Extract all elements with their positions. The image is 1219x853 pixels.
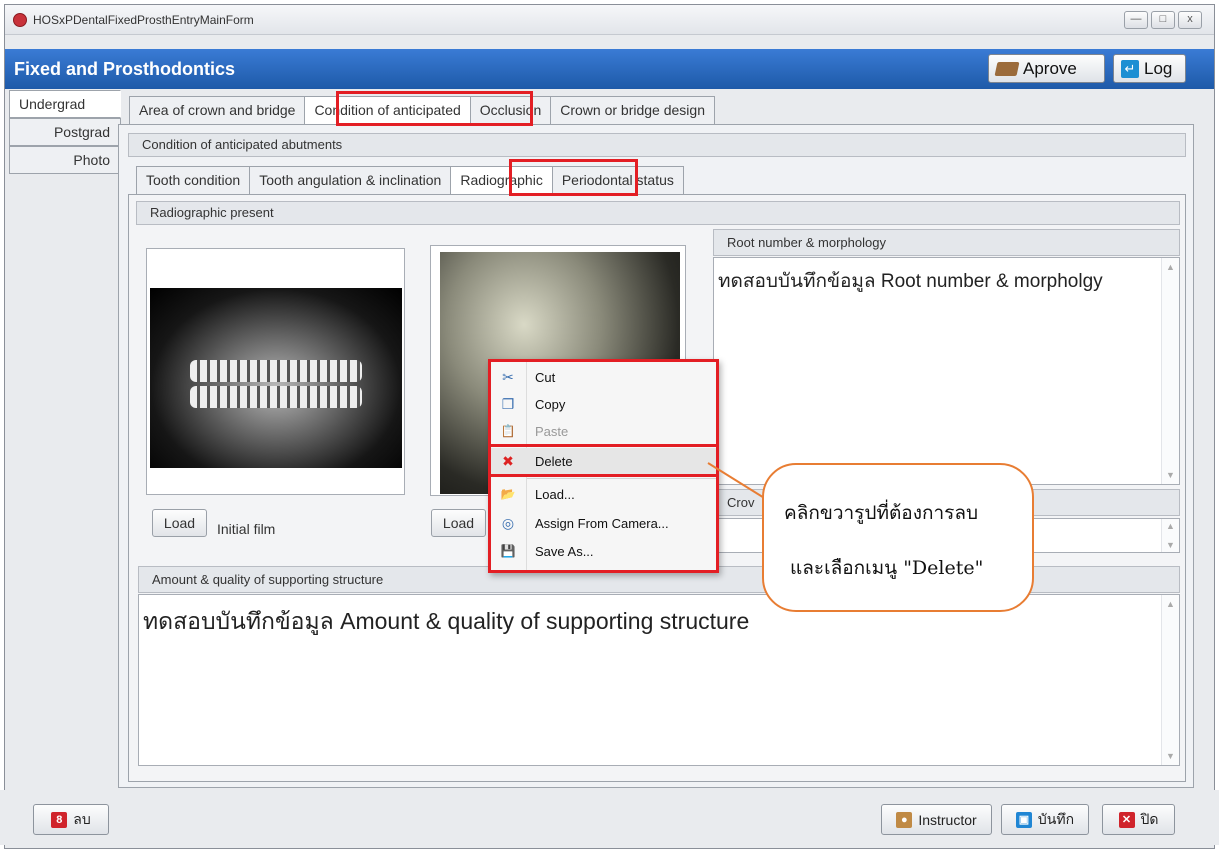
tab-tooth-angulation[interactable]: Tooth angulation & inclination [249,166,452,194]
trash-icon: 8 [51,811,68,828]
section-header: Condition of anticipated abutments [128,133,1186,157]
minimize-button[interactable]: — [1124,11,1148,29]
tab-postgrad[interactable]: Postgrad [9,118,121,146]
delete-button[interactable]: 8 ลบ [33,804,109,835]
app-icon [13,13,27,27]
amount-text-value: ทดสอบบันทึกข้อมูล Amount & quality of su… [143,608,750,634]
close-window-button[interactable]: x [1178,11,1202,29]
form-title: Fixed and Prosthodontics [14,59,236,79]
instructor-button[interactable]: ● Instructor [881,804,992,835]
initial-film-label: Initial film [217,521,276,537]
window-title: HOSxPDentalFixedProsthEntryMainForm [33,13,254,27]
left-tab-pane [9,190,121,785]
callout-line-1: คลิกขวารูปที่ต้องการลบ [784,502,979,524]
maximize-button[interactable]: □ [1151,11,1175,29]
upper-teeth-shape [190,360,362,382]
approve-label: Aprove [1023,58,1077,78]
close-x-icon: ✕ [1118,811,1135,828]
tab-photo[interactable]: Photo [9,146,121,174]
floppy-save-icon: ▣ [1015,811,1032,828]
load-initial-button[interactable]: Load [152,509,207,537]
left-tab-strip: Undergrad Postgrad Photo [9,90,121,174]
delete-button-label: ลบ [73,810,91,827]
load-second-button[interactable]: Load [431,509,486,537]
save-button[interactable]: ▣ บันทึก [1001,804,1089,835]
approve-button[interactable]: Aprove [988,54,1105,83]
tab-tooth-condition[interactable]: Tooth condition [136,166,251,194]
root-text-value: ทดสอบบันทึกข้อมูล Root number & morpholg… [718,271,1103,292]
highlight-delete-item [488,444,719,477]
crown-scrollbar[interactable]: ▲ ▼ [1161,519,1179,552]
log-label: Log [1144,58,1173,78]
footer-bar: 8 ลบ ● Instructor ▣ บันทึก ✕ ปิด [0,790,1219,845]
tab-area-crown-bridge[interactable]: Area of crown and bridge [129,96,306,124]
instructor-button-label: Instructor [918,811,977,828]
form-header: Fixed and Prosthodontics Aprove ↵ Log [5,49,1214,89]
approve-icon [994,61,1020,76]
highlight-condition-tab [336,91,533,126]
root-group-header: Root number & morphology [713,229,1180,256]
save-button-label: บันทึก [1037,810,1075,827]
root-scrollbar[interactable]: ▲ ▼ [1161,258,1179,484]
amount-scrollbar[interactable]: ▲ ▼ [1161,595,1179,765]
highlight-radiographic-tab [509,159,638,196]
tab-crown-bridge-design[interactable]: Crown or bridge design [550,96,715,124]
amount-text-area[interactable]: ทดสอบบันทึกข้อมูล Amount & quality of su… [138,594,1180,766]
log-button[interactable]: ↵ Log [1113,54,1186,83]
radiographic-group-header: Radiographic present [136,201,1180,225]
lower-teeth-shape [190,386,362,408]
root-text-area[interactable]: ทดสอบบันทึกข้อมูล Root number & morpholg… [713,257,1180,485]
log-icon: ↵ [1121,59,1139,78]
tab-undergrad[interactable]: Undergrad [9,90,121,118]
close-button[interactable]: ✕ ปิด [1102,804,1175,835]
panoramic-xray-image[interactable] [150,288,402,468]
instruction-callout: คลิกขวารูปที่ต้องการลบ และเลือกเมนู "Del… [762,463,1034,612]
window-controls: — □ x [1124,11,1202,29]
close-button-label: ปิด [1140,810,1159,827]
callout-line-2: และเลือกเมนู "Delete" [790,557,984,579]
person-icon: ● [896,811,913,828]
title-bar: HOSxPDentalFixedProsthEntryMainForm — □ … [5,5,1214,35]
